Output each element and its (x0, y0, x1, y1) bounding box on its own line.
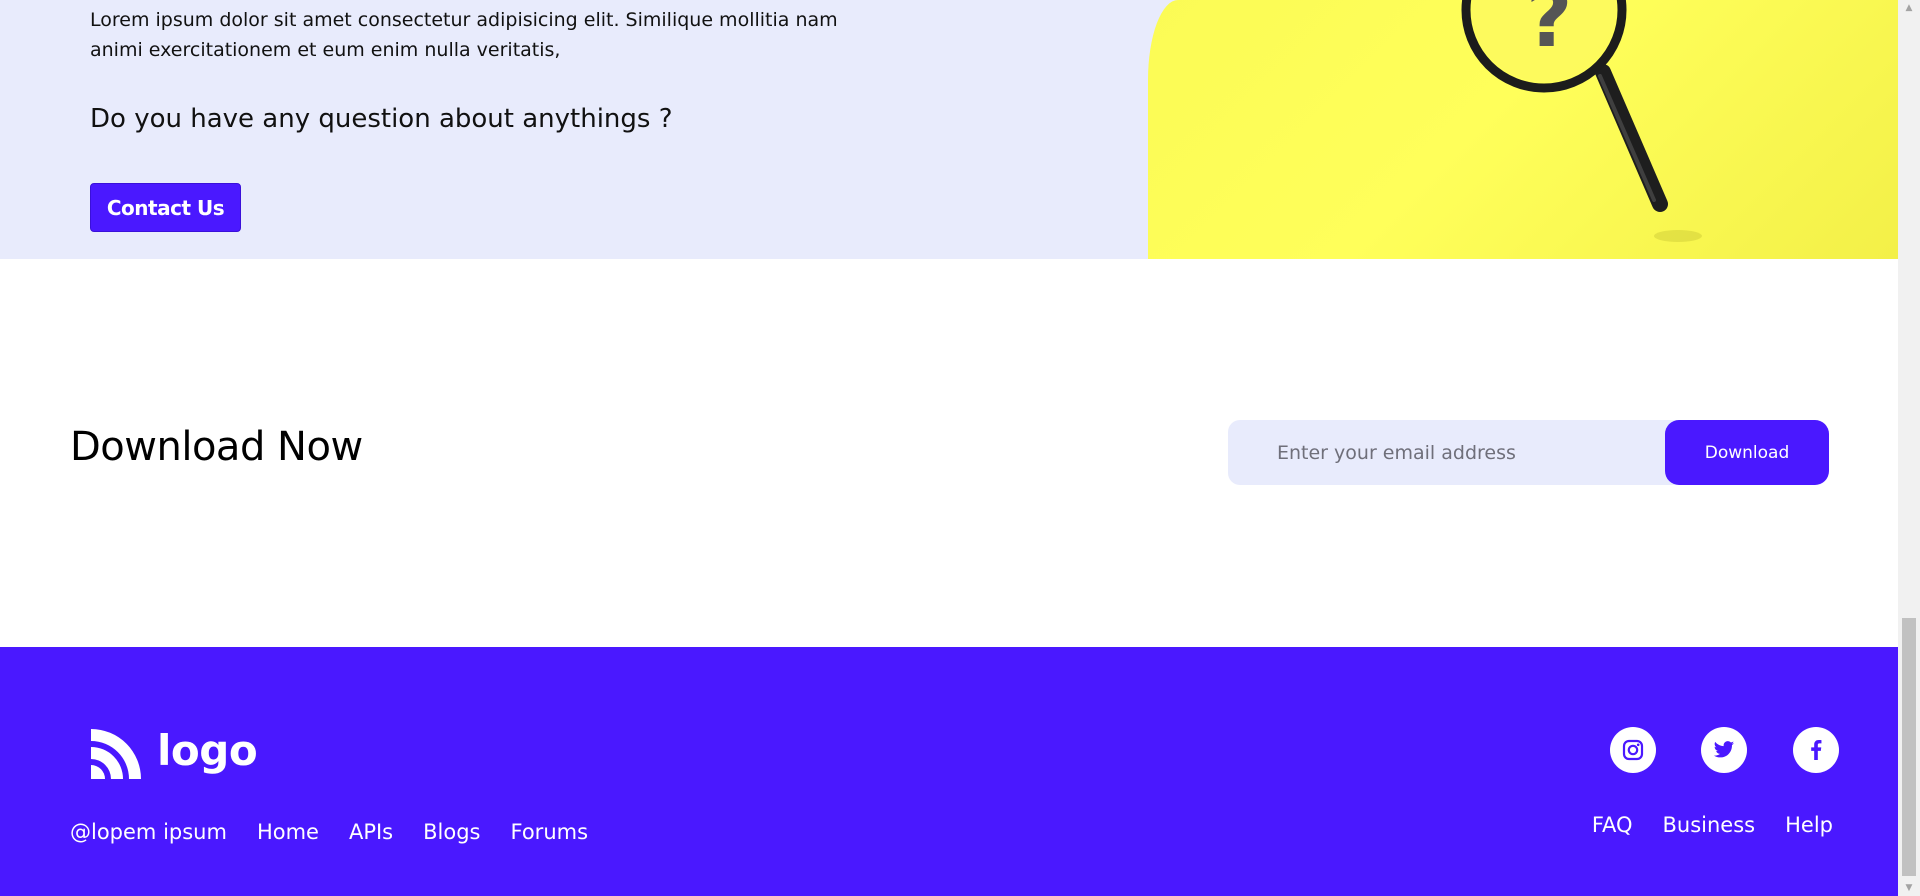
scroll-up-arrow-icon[interactable]: ▲ (1898, 0, 1920, 16)
instagram-icon (1622, 739, 1644, 761)
footer-logo[interactable]: logo (89, 726, 258, 781)
page-scrollbar[interactable]: ▲ ▼ (1898, 0, 1920, 896)
magnifying-glass-image: ? (1148, 0, 1898, 259)
download-title: Download Now (70, 424, 363, 470)
twitter-button[interactable] (1701, 727, 1747, 773)
footer-copyright: @lopem ipsum (70, 820, 227, 844)
footer-link-forums[interactable]: Forums (511, 820, 589, 844)
footer-link-blogs[interactable]: Blogs (423, 820, 480, 844)
contact-us-button[interactable]: Contact Us (90, 183, 241, 232)
email-input[interactable] (1228, 420, 1668, 485)
footer: logo @lopem ipsum Home APIs Blogs Forums… (0, 647, 1898, 896)
magnifying-glass-question-icon: ? (1461, 0, 1702, 242)
footer-link-home[interactable]: Home (257, 820, 319, 844)
scrollbar-thumb[interactable] (1902, 618, 1916, 876)
faq-question: Do you have any question about anythings… (90, 104, 673, 134)
faq-section: Lorem ipsum dolor sit amet consectetur a… (0, 0, 1898, 259)
footer-nav-left: @lopem ipsum Home APIs Blogs Forums (70, 820, 588, 844)
scroll-down-arrow-icon[interactable]: ▼ (1898, 880, 1920, 896)
faq-body-text: Lorem ipsum dolor sit amet consectetur a… (90, 9, 838, 61)
svg-text:?: ? (1526, 0, 1572, 65)
footer-nav-right: FAQ Business Help (1592, 813, 1833, 837)
footer-link-business[interactable]: Business (1663, 813, 1756, 837)
download-button[interactable]: Download (1665, 420, 1829, 485)
footer-link-apis[interactable]: APIs (349, 820, 393, 844)
footer-link-help[interactable]: Help (1785, 813, 1833, 837)
facebook-button[interactable] (1793, 727, 1839, 773)
footer-link-faq[interactable]: FAQ (1592, 813, 1633, 837)
twitter-icon (1713, 741, 1735, 758)
logo-text: logo (157, 726, 258, 775)
signal-arcs-icon (91, 729, 141, 779)
instagram-button[interactable] (1610, 727, 1656, 773)
facebook-icon (1811, 740, 1822, 760)
